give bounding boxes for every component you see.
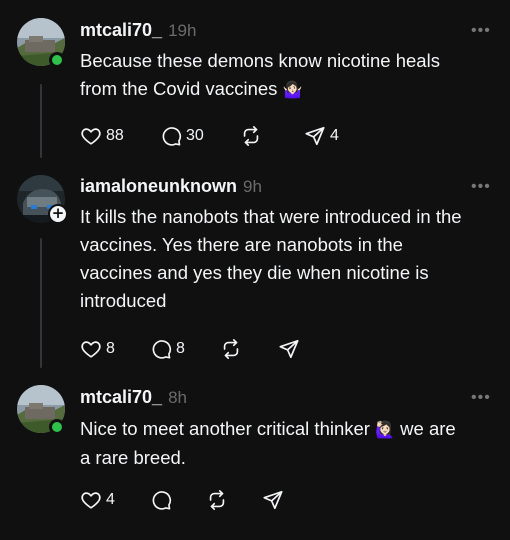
post-text-segment: we are: [400, 418, 456, 439]
online-status-dot: [49, 52, 65, 68]
more-options-icon[interactable]: •••: [471, 389, 491, 407]
post-text-line: a rare breed.: [80, 447, 186, 468]
more-options-icon[interactable]: •••: [471, 178, 491, 196]
post-text: It kills the nanobots that were introduc…: [80, 203, 500, 315]
post-text: Nice to meet another critical thinker 🙋🏻…: [80, 415, 500, 472]
reply-button[interactable]: 30: [160, 124, 204, 148]
repost-arrows-icon: [223, 339, 239, 359]
heart-icon: [81, 492, 101, 509]
thread-line: [40, 84, 42, 158]
post-text-segment: Nice to meet another critical thinker: [80, 418, 370, 439]
post-text-line: It kills the nanobots that were introduc…: [80, 206, 462, 227]
post-text-segment: from the Covid vaccines: [80, 78, 278, 99]
action-bar: 88 30 4: [80, 124, 380, 148]
timestamp: 8h: [168, 388, 187, 407]
heart-icon: [81, 341, 101, 358]
like-button[interactable]: 88: [80, 124, 124, 148]
reply-button[interactable]: [150, 488, 172, 512]
repost-arrows-icon: [209, 490, 225, 510]
post-text-line: vaccines and yes they die when nicotine …: [80, 262, 429, 283]
username[interactable]: iamaloneunknown: [80, 176, 237, 197]
action-bar: 4: [80, 488, 380, 512]
heart-icon: [81, 128, 101, 145]
post-text: Because these demons know nicotine heals…: [80, 47, 500, 104]
timestamp: 19h: [168, 21, 197, 40]
reply-count: 30: [186, 127, 204, 144]
repost-button[interactable]: [220, 337, 242, 361]
paper-plane-icon: [279, 339, 299, 359]
follow-plus-icon[interactable]: +: [48, 204, 68, 224]
online-status-dot: [49, 419, 65, 435]
repost-arrows-icon: [243, 126, 259, 146]
like-count: 4: [106, 491, 115, 508]
like-button[interactable]: 8: [80, 337, 115, 361]
post-1: mtcali70_ 19h ••• Because these demons k…: [0, 0, 510, 170]
reply-button[interactable]: 8: [150, 337, 185, 361]
post-header: mtcali70_ 19h: [80, 20, 196, 41]
reply-count: 8: [176, 340, 185, 357]
like-count: 8: [106, 340, 115, 357]
share-button[interactable]: [278, 337, 300, 361]
paper-plane-icon: [305, 126, 325, 146]
post-text-line-with-emoji: Nice to meet another critical thinker 🙋🏻…: [80, 415, 500, 444]
like-count: 88: [106, 127, 124, 144]
share-button[interactable]: [262, 488, 284, 512]
more-options-icon[interactable]: •••: [471, 22, 491, 40]
share-count: 4: [330, 127, 339, 144]
comment-bubble-icon: [152, 340, 172, 359]
raising-hand-emoji: 🙋🏻‍♀️: [375, 420, 396, 439]
comment-bubble-icon: [152, 491, 172, 510]
paper-plane-icon: [263, 490, 283, 510]
username[interactable]: mtcali70_: [80, 20, 162, 41]
shrug-emoji: 🤷🏻‍♀️: [282, 80, 303, 99]
repost-button[interactable]: [206, 488, 228, 512]
post-text-line: Because these demons know nicotine heals: [80, 50, 440, 71]
repost-button[interactable]: [240, 124, 262, 148]
share-button[interactable]: 4: [304, 124, 339, 148]
post-text-line-with-emoji: from the Covid vaccines 🤷🏻‍♀️: [80, 75, 500, 104]
post-text-line: vaccines. Yes there are nanobots in the: [80, 234, 403, 255]
timestamp: 9h: [243, 177, 262, 196]
thread-line: [40, 238, 42, 368]
action-bar: 8 8: [80, 337, 380, 361]
post-header: mtcali70_ 8h: [80, 387, 187, 408]
post-3: mtcali70_ 8h ••• Nice to meet another cr…: [0, 370, 510, 540]
post-text-line: introduced: [80, 290, 167, 311]
post-2: + iamaloneunknown 9h ••• It kills the na…: [0, 170, 510, 370]
like-button[interactable]: 4: [80, 488, 115, 512]
username[interactable]: mtcali70_: [80, 387, 162, 408]
comment-bubble-icon: [162, 127, 182, 146]
post-header: iamaloneunknown 9h: [80, 176, 262, 197]
